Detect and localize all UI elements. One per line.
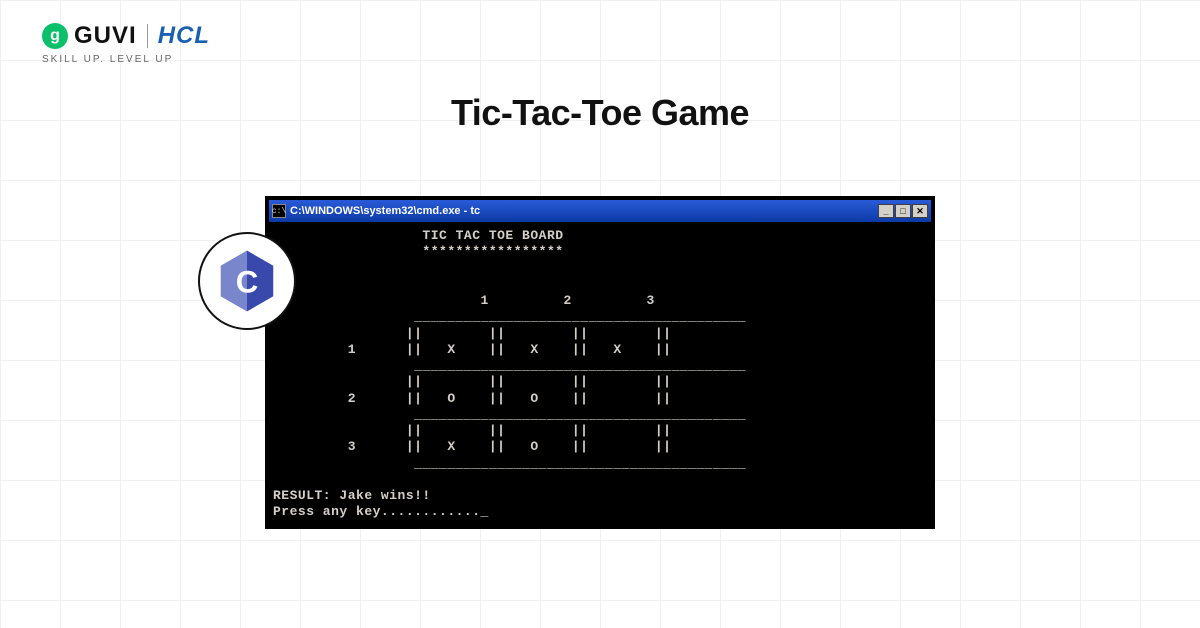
page-title: Tic-Tac-Toe Game [0,92,1200,134]
guvi-logo-text: GUVI [74,22,137,50]
c-language-badge: C [198,232,296,330]
console-titlebar: c:\ C:\WINDOWS\system32\cmd.exe - tc _ □… [269,200,931,222]
console-window: c:\ C:\WINDOWS\system32\cmd.exe - tc _ □… [265,196,935,529]
guvi-logo-icon: g [42,23,68,49]
brand-divider [147,24,148,48]
cmd-icon: c:\ [272,204,286,218]
guvi-logo: g GUVI [42,22,137,50]
close-button[interactable]: ✕ [912,204,928,218]
console-output: TIC TAC TOE BOARD ***************** 1 2 … [269,222,931,525]
brand-tagline: Skill Up. Level Up [42,54,210,65]
c-hexagon-icon: C [219,249,275,313]
maximize-button[interactable]: □ [895,204,911,218]
c-letter: C [236,264,259,299]
brand-header: g GUVI HCL Skill Up. Level Up [42,22,210,65]
hcl-logo-text: HCL [158,22,210,50]
brand-logo-row: g GUVI HCL [42,22,210,50]
minimize-button[interactable]: _ [878,204,894,218]
console-title-text: C:\WINDOWS\system32\cmd.exe - tc [290,205,878,217]
window-controls: _ □ ✕ [878,204,928,218]
